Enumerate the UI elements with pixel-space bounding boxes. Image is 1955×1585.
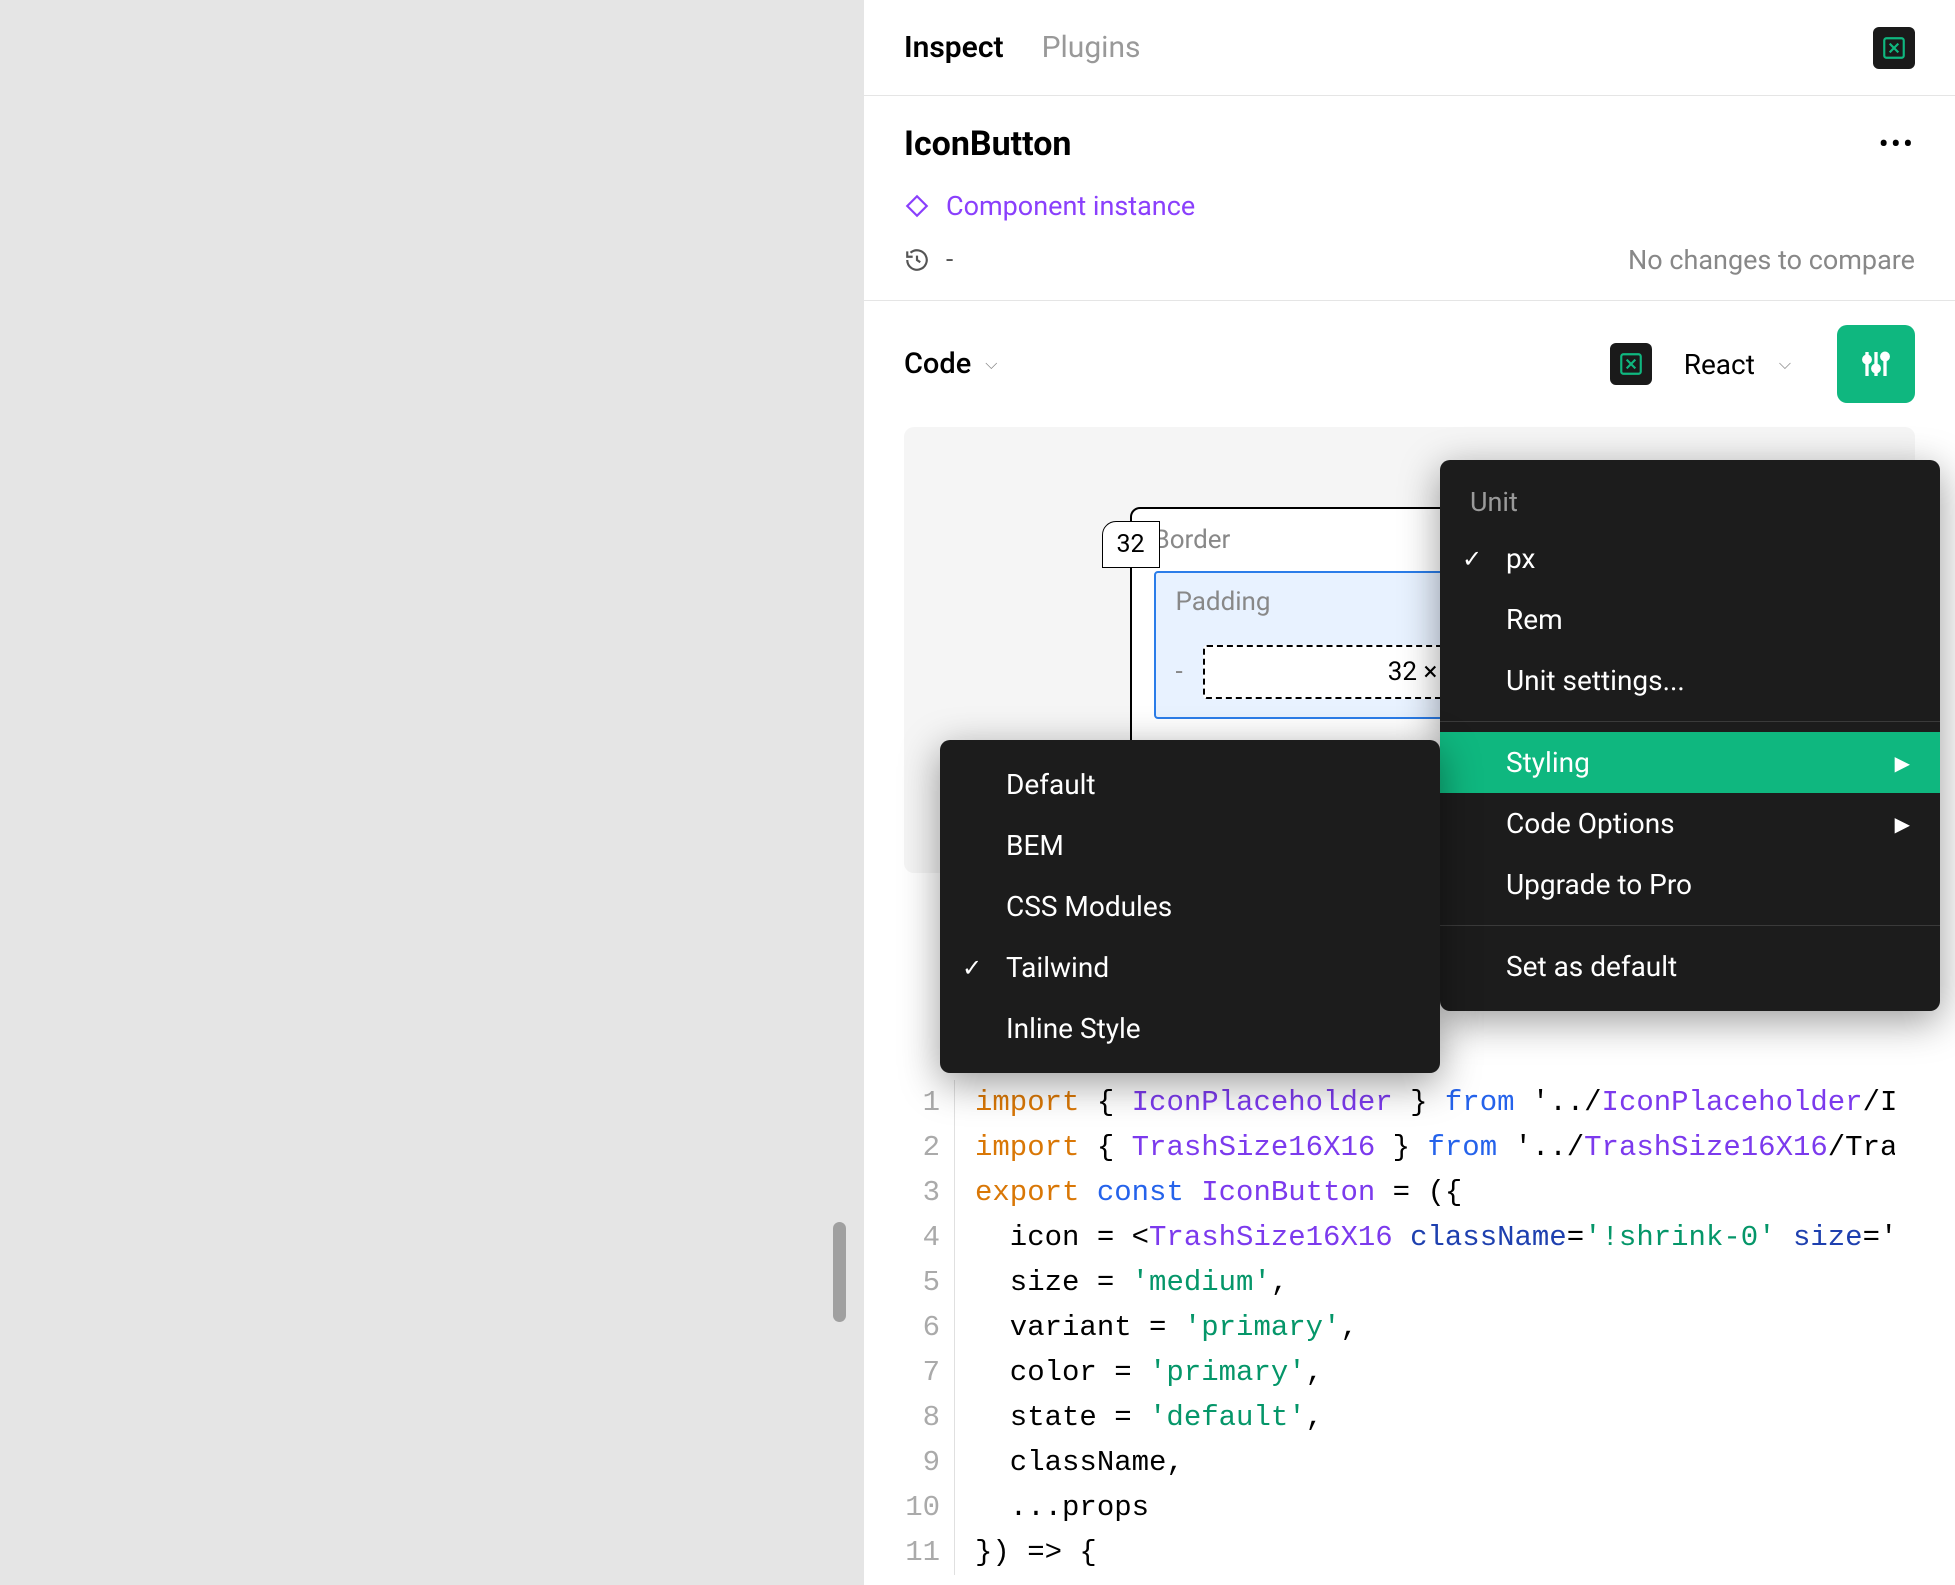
menu-item-label: Tailwind xyxy=(1006,951,1109,984)
tab-plugins[interactable]: Plugins xyxy=(1042,30,1141,65)
menu-item-label: Inline Style xyxy=(1006,1012,1141,1045)
diamond-icon xyxy=(904,193,930,219)
menu-item-px[interactable]: ✓ px xyxy=(1440,528,1940,589)
code-lines[interactable]: import { IconPlaceholder } from '../Icon… xyxy=(955,1080,1895,1575)
menu-item-rem[interactable]: Rem xyxy=(1440,589,1940,650)
box-size-label: 32 xyxy=(1102,521,1160,568)
chevron-down-icon[interactable]: ⌵ xyxy=(1779,354,1791,374)
menu-item-bem[interactable]: BEM xyxy=(940,815,1440,876)
check-icon: ✓ xyxy=(1462,545,1482,573)
chevron-right-icon: ▶ xyxy=(1895,812,1910,836)
menu-item-label: Upgrade to Pro xyxy=(1506,868,1692,901)
code-gutter: 1234567891011 xyxy=(903,1080,955,1575)
tab-inspect[interactable]: Inspect xyxy=(904,30,1004,65)
menu-item-inline-style[interactable]: Inline Style xyxy=(940,998,1440,1059)
framework-label[interactable]: React xyxy=(1684,348,1755,381)
framework-badge-icon[interactable] xyxy=(1610,343,1652,385)
plugin-badge-icon[interactable] xyxy=(1873,27,1915,69)
menu-separator xyxy=(1440,925,1940,926)
menu-header-unit: Unit xyxy=(1440,474,1940,528)
menu-separator xyxy=(1440,721,1940,722)
menu-item-code-options[interactable]: Code Options ▶ xyxy=(1440,793,1940,854)
menu-item-default[interactable]: Default xyxy=(940,754,1440,815)
code-label: Code xyxy=(904,347,971,381)
styling-submenu: Default BEM CSS Modules ✓ Tailwind Inlin… xyxy=(940,740,1440,1073)
padding-left-dash: - xyxy=(1176,657,1183,687)
menu-item-label: CSS Modules xyxy=(1006,890,1172,923)
menu-item-label: Styling xyxy=(1506,746,1590,779)
code-editor[interactable]: 1234567891011 import { IconPlaceholder }… xyxy=(903,1080,1918,1575)
menu-item-label: BEM xyxy=(1006,829,1064,862)
menu-item-label: Rem xyxy=(1506,603,1563,636)
scrollbar-thumb[interactable] xyxy=(833,1222,846,1322)
menu-item-set-default[interactable]: Set as default xyxy=(1440,936,1940,997)
menu-item-styling[interactable]: Styling ▶ xyxy=(1440,732,1940,793)
component-instance-label: Component instance xyxy=(946,190,1195,222)
code-section-header: Code ⌵ React ⌵ xyxy=(864,301,1955,427)
panel-tabs: Inspect Plugins xyxy=(864,0,1955,96)
check-icon: ✓ xyxy=(962,954,982,982)
history-icon xyxy=(904,247,930,273)
menu-item-upgrade[interactable]: Upgrade to Pro xyxy=(1440,854,1940,915)
menu-item-css-modules[interactable]: CSS Modules xyxy=(940,876,1440,937)
menu-item-label: px xyxy=(1506,542,1535,575)
history-value: - xyxy=(946,245,953,275)
menu-item-label: Set as default xyxy=(1506,950,1677,983)
chevron-right-icon: ▶ xyxy=(1895,751,1910,775)
menu-item-label: Code Options xyxy=(1506,807,1675,840)
canvas-area[interactable] xyxy=(0,0,863,1585)
menu-item-unit-settings[interactable]: Unit settings... xyxy=(1440,650,1940,711)
menu-item-label: Unit settings... xyxy=(1506,664,1685,697)
chevron-down-icon[interactable]: ⌵ xyxy=(985,354,997,374)
menu-item-label: Default xyxy=(1006,768,1096,801)
component-instance-link[interactable]: Component instance xyxy=(904,190,1915,222)
menu-item-tailwind[interactable]: ✓ Tailwind xyxy=(940,937,1440,998)
history-row: - No changes to compare xyxy=(904,244,1915,276)
code-settings-menu: Unit ✓ px Rem Unit settings... Styling ▶… xyxy=(1440,460,1940,1011)
sliders-icon xyxy=(1858,346,1894,382)
component-title: IconButton xyxy=(904,124,1071,164)
code-settings-button[interactable] xyxy=(1837,325,1915,403)
component-header: IconButton ••• Component instance - No c… xyxy=(864,96,1955,301)
more-options-icon[interactable]: ••• xyxy=(1879,127,1915,162)
no-changes-label: No changes to compare xyxy=(1628,244,1915,276)
